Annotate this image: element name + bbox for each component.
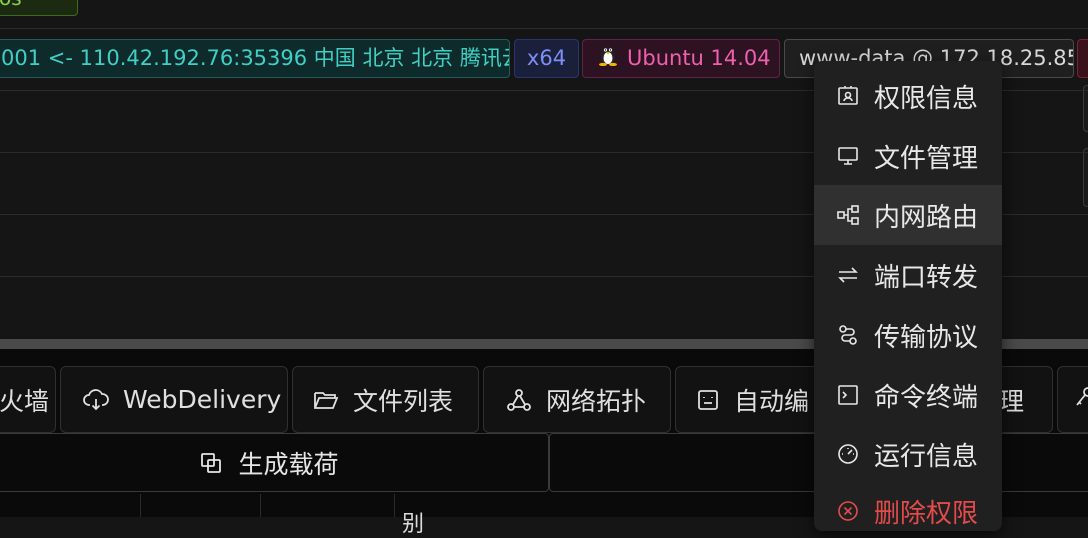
terminal-icon — [836, 383, 860, 407]
webdelivery-button[interactable]: WebDelivery — [60, 366, 288, 433]
auto-label: 自动编 — [734, 386, 810, 416]
file-list-button[interactable]: 文件列表 — [292, 366, 479, 433]
side-panel-edge — [1083, 148, 1088, 207]
cloud-download-icon — [83, 388, 109, 411]
generate-payload-button[interactable]: 生成载荷 — [0, 433, 549, 492]
webdelivery-label: WebDelivery — [123, 385, 282, 414]
menu-item-command-terminal[interactable]: 命令终端 — [814, 365, 1002, 425]
row-divider — [0, 28, 1088, 29]
table-column-separator — [260, 494, 261, 517]
top-status-tag: os — [0, 0, 78, 16]
id-card-icon — [836, 84, 860, 108]
menu-item-intranet-route[interactable]: 内网路由 — [814, 185, 1002, 245]
side-panel-edge — [1083, 85, 1088, 132]
menu-item-file-manager[interactable]: 文件管理 — [814, 126, 1002, 186]
file-list-label: 文件列表 — [353, 386, 454, 416]
generate-payload-label: 生成载荷 — [238, 449, 339, 479]
nodes-icon — [836, 203, 860, 227]
menu-item-label: 运行信息 — [874, 441, 979, 472]
firewall-label: 火墙 — [0, 386, 50, 416]
copy-icon — [200, 452, 222, 474]
route-icon — [836, 323, 860, 347]
connection-text: 001 <- 110.42.192.76:35396 中国 北京 北京 腾讯云 — [1, 46, 510, 70]
arch-tag[interactable]: x64 — [514, 39, 579, 78]
auto-button[interactable]: 自动编 — [675, 366, 825, 433]
menu-item-permission-info[interactable]: 权限信息 — [814, 66, 1002, 126]
menu-item-label: 权限信息 — [874, 83, 979, 114]
menu-item-label: 文件管理 — [874, 143, 979, 174]
linux-icon — [597, 41, 619, 78]
menu-item-runtime-info[interactable]: 运行信息 — [814, 424, 1002, 484]
key-icon — [1074, 385, 1088, 415]
manage-button[interactable]: 理 — [998, 366, 1053, 433]
network-topology-label: 网络拓扑 — [546, 386, 647, 416]
menu-item-label: 内网路由 — [874, 202, 979, 233]
monitor-icon — [836, 144, 860, 168]
key-button[interactable] — [1057, 366, 1088, 433]
menu-item-label: 端口转发 — [874, 262, 979, 293]
manage-label: 理 — [999, 386, 1025, 416]
connection-tag[interactable]: 001 <- 110.42.192.76:35396 中国 北京 北京 腾讯云 — [0, 39, 510, 78]
menu-item-delete-permission[interactable]: 删除权限 — [814, 481, 1002, 531]
network-icon — [506, 388, 532, 412]
os-tag[interactable]: Ubuntu 14.04 — [582, 39, 780, 78]
menu-item-transport-protocol[interactable]: 传输协议 — [814, 305, 1002, 365]
menu-item-port-forward[interactable]: 端口转发 — [814, 245, 1002, 305]
folder-open-icon — [313, 389, 339, 411]
table-column-separator — [394, 494, 395, 517]
swap-icon — [836, 263, 860, 287]
arch-text: x64 — [526, 46, 567, 70]
top-status-tag-label: os — [0, 0, 22, 10]
table-column-separator — [140, 494, 141, 517]
os-text: Ubuntu 14.04 — [627, 46, 771, 70]
dashboard-icon — [836, 442, 860, 466]
menu-item-label: 传输协议 — [874, 322, 979, 353]
session-context-menu: 权限信息 文件管理 内网路由 端口转发 传输协议 命令终端 运行信息 删除权限 — [814, 61, 1002, 531]
network-topology-button[interactable]: 网络拓扑 — [483, 366, 671, 433]
robot-icon — [696, 388, 720, 412]
table-header-cell[interactable]: 别 — [402, 506, 424, 538]
close-circle-icon — [836, 499, 860, 523]
extra-tag[interactable] — [1077, 39, 1088, 78]
firewall-button[interactable]: 火墙 — [0, 366, 56, 433]
menu-item-label: 命令终端 — [874, 382, 979, 413]
menu-item-label: 删除权限 — [874, 498, 979, 529]
